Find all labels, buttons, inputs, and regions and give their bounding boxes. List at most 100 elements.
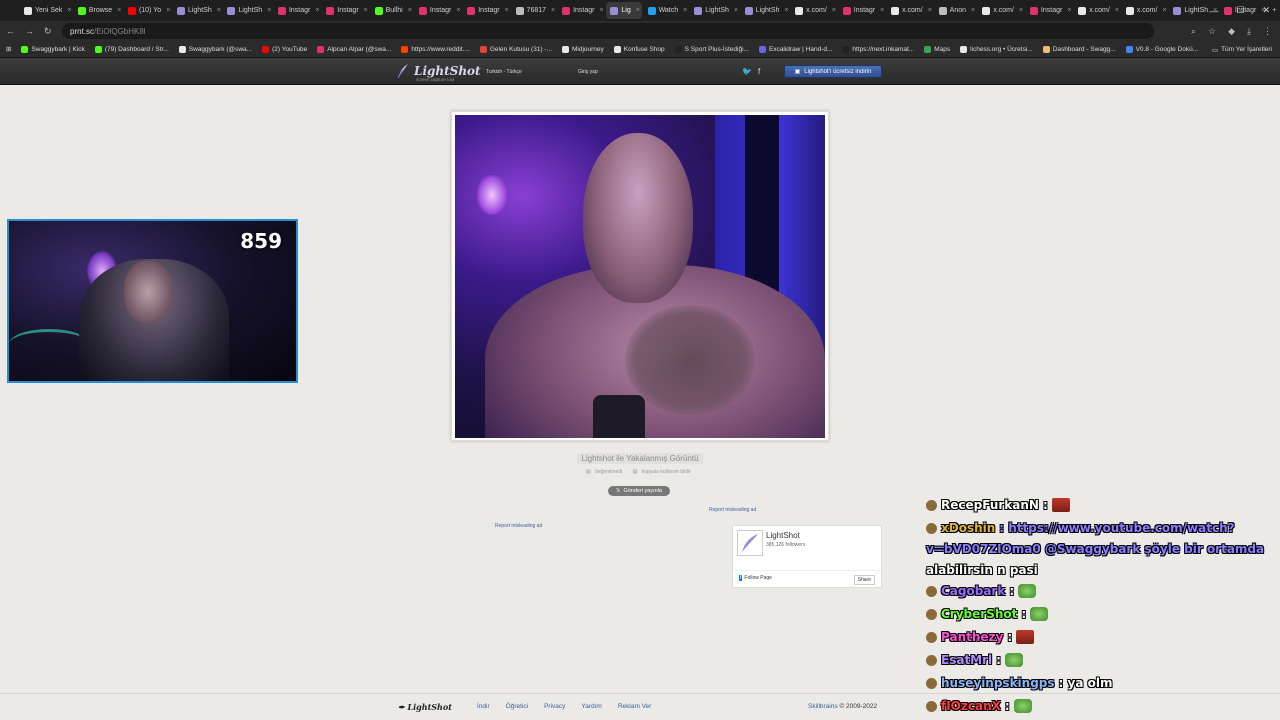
tab-close-icon[interactable]: × (832, 7, 836, 14)
browser-tab[interactable]: Instagr × (558, 2, 604, 19)
bookmark-item[interactable]: Swaggybark (@swa... (178, 45, 252, 53)
browser-tab[interactable]: x.com/ × (791, 2, 837, 19)
tab-close-icon[interactable]: × (1019, 7, 1023, 14)
tab-close-icon[interactable]: × (734, 7, 738, 14)
tab-close-icon[interactable]: × (880, 7, 884, 14)
lightshot-page-avatar[interactable] (737, 530, 763, 556)
all-bookmarks[interactable]: ▭ Tüm Yer İşaretleri (1212, 41, 1272, 58)
bookmark-item[interactable]: V0.8 - Google Dokü... (1125, 45, 1198, 53)
star-icon[interactable]: ☆ (1208, 26, 1216, 37)
tab-close-icon[interactable]: × (971, 7, 975, 14)
browser-tab[interactable]: x.com/ × (887, 2, 933, 19)
browser-tab[interactable]: LightSh × (173, 2, 221, 19)
address-bar[interactable]: prnt.sc/EiOlQGbHK8l (62, 23, 1154, 39)
extension-icon[interactable]: ◆ (1228, 26, 1235, 37)
like-link[interactable]: ▤ beğenilmedi (586, 469, 625, 475)
tab-close-icon[interactable]: × (683, 7, 687, 14)
browser-tab[interactable]: LightSh × (741, 2, 789, 19)
minimize-icon[interactable]: — (1209, 6, 1218, 16)
screenshot-image[interactable] (455, 115, 825, 438)
bookmark-item[interactable]: Dashboard - Swagg... (1042, 45, 1116, 53)
bookmark-item[interactable]: Maps (924, 45, 950, 53)
forward-icon[interactable]: → (25, 26, 34, 36)
bookmark-item[interactable]: (79) Dashboard / Str... (94, 45, 169, 53)
browser-tab[interactable]: Instagr × (274, 2, 320, 19)
tab-close-icon[interactable]: × (364, 7, 368, 14)
footer-link[interactable]: Reklam Ver (618, 703, 652, 710)
tweet-button[interactable]: 𝕏 Gönderi yayınla (608, 486, 670, 496)
browser-tab[interactable]: Bullhi × (371, 2, 413, 19)
tab-close-icon[interactable]: × (217, 7, 221, 14)
bookmark-item[interactable]: Midjourney (562, 45, 604, 53)
tab-close-icon[interactable]: × (599, 7, 603, 14)
tab-close-icon[interactable]: × (1067, 7, 1071, 14)
tab-close-icon[interactable]: × (117, 7, 121, 14)
browser-tab[interactable]: LightSh × (223, 2, 271, 19)
maximize-icon[interactable]: ☐ (1236, 5, 1244, 16)
browser-tab[interactable]: Watch × (644, 2, 689, 19)
tab-close-icon[interactable]: × (784, 7, 788, 14)
browser-tab[interactable]: Instagr × (415, 2, 461, 19)
browser-tab[interactable]: x.com/ × (978, 2, 1024, 19)
reload-icon[interactable]: ↻ (44, 26, 52, 37)
bookmark-item[interactable]: https://www.reddit.... (401, 45, 470, 53)
tab-close-icon[interactable]: × (166, 7, 170, 14)
footer-link[interactable]: Yardım (581, 703, 601, 710)
browser-tab[interactable]: x.com/ × (1122, 2, 1168, 19)
lightshot-logo[interactable]: LightShot screen capture tool (396, 63, 481, 82)
copy-link[interactable]: ▤ kopyala kullanım bildir (633, 469, 694, 475)
bookmark-item[interactable]: (2) YouTube (262, 45, 307, 53)
apps-icon[interactable]: ⊞ (6, 45, 11, 53)
browser-tab[interactable]: Instagr × (839, 2, 885, 19)
browser-tab[interactable]: Yeni Sek × (20, 2, 72, 19)
bookmark-item[interactable]: lichess.org • Ücretsi... (960, 45, 1033, 53)
tab-close-icon[interactable]: × (408, 7, 412, 14)
download-button[interactable]: ▣ Lightshot'ı ücretsiz indirin (784, 65, 882, 78)
tab-close-icon[interactable]: × (928, 7, 932, 14)
footer-link[interactable]: İndir (477, 703, 490, 710)
tab-close-icon[interactable]: × (267, 7, 271, 14)
browser-tab[interactable]: Instagr × (463, 2, 509, 19)
tab-close-icon[interactable]: × (315, 7, 319, 14)
tab-close-icon[interactable]: × (636, 7, 640, 14)
report-ad-link[interactable]: Report misleading ad (709, 507, 756, 513)
browser-tab[interactable]: Instagr × (1026, 2, 1072, 19)
browser-tab[interactable]: x.com/ × (1074, 2, 1120, 19)
browser-tab[interactable]: Instagr × (322, 2, 368, 19)
browser-tab[interactable]: Browse × (74, 2, 122, 19)
language-select[interactable]: Turkish - Türkçe (486, 69, 522, 75)
tab-close-icon[interactable]: × (456, 7, 460, 14)
zoom-icon[interactable]: ⌕ (1191, 26, 1196, 37)
twitter-icon[interactable]: 🐦 (742, 67, 752, 76)
fb-page-name[interactable]: LightShot (766, 531, 800, 540)
bookmark-item[interactable]: https://next.inkamat... (842, 45, 914, 53)
back-icon[interactable]: ← (6, 26, 15, 36)
fb-follow-button[interactable]: f Follow Page (739, 575, 772, 581)
browser-tab[interactable]: (10) Yo × (124, 2, 171, 19)
close-icon[interactable]: ✕ (1262, 5, 1270, 16)
browser-tab[interactable]: Anon × (935, 2, 977, 19)
tab-close-icon[interactable]: × (1115, 7, 1119, 14)
skillbrains-link[interactable]: Skillbrains (808, 703, 838, 710)
browser-tab[interactable]: LightSh × (690, 2, 738, 19)
bookmark-item[interactable]: S Sport Plus-İstediği... (674, 45, 749, 53)
bookmark-item[interactable]: Excalidraw | Hand-d... (758, 45, 832, 53)
footer-logo[interactable]: ✒ LightShot (398, 702, 452, 712)
bookmark-item[interactable]: Swaggybark | Kick (21, 45, 85, 53)
bookmark-item[interactable]: Alpcan Alpar (@swa... (317, 45, 391, 53)
browser-tab[interactable]: Lig × (606, 2, 642, 19)
browser-tab[interactable]: 76817 × (512, 2, 557, 19)
fb-share-button[interactable]: Share (853, 575, 875, 585)
tab-close-icon[interactable]: × (67, 7, 71, 14)
menu-icon[interactable]: ⋮ (1263, 26, 1272, 37)
footer-link[interactable]: Öğretici (506, 703, 528, 710)
bookmark-item[interactable]: Gelen Kutusu (31) -... (479, 45, 552, 53)
facebook-icon[interactable]: f (758, 67, 760, 76)
download-icon[interactable]: ⤓ (1247, 26, 1251, 37)
bookmark-item[interactable]: Konfuse Shop (613, 45, 665, 53)
footer-link[interactable]: Privacy (544, 703, 565, 710)
login-link[interactable]: Giriş yap (578, 69, 598, 75)
report-ad-link-left[interactable]: Report misleading ad (495, 523, 542, 529)
tab-close-icon[interactable]: × (551, 7, 555, 14)
tab-close-icon[interactable]: × (505, 7, 509, 14)
